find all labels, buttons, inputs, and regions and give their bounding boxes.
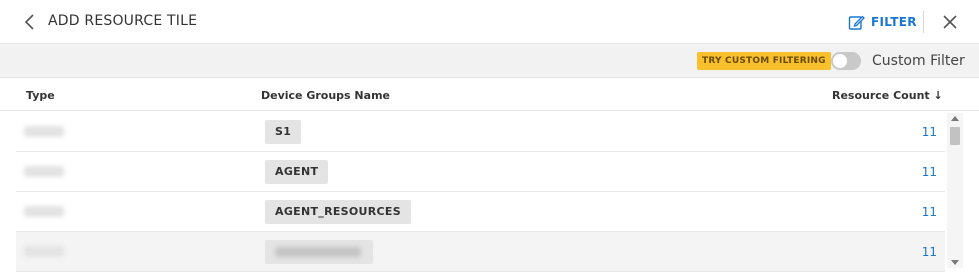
type-value-redacted xyxy=(24,206,64,217)
custom-filter-label: Custom Filter xyxy=(872,53,965,69)
close-icon xyxy=(943,15,957,29)
column-header-device-groups-name[interactable]: Device Groups Name xyxy=(261,89,390,102)
type-value-redacted xyxy=(24,246,64,257)
table-row[interactable]: AGENT 11 xyxy=(16,152,945,192)
type-value-redacted xyxy=(24,126,64,137)
resource-count-link[interactable]: 11 xyxy=(922,165,937,179)
scroll-up-arrow-icon[interactable] xyxy=(951,116,959,121)
table-scrollbar[interactable] xyxy=(947,113,963,268)
resource-count-link[interactable]: 11 xyxy=(922,125,937,139)
edit-icon xyxy=(848,15,865,30)
redacted-text xyxy=(275,247,361,257)
filter-button[interactable]: FILTER xyxy=(848,12,917,32)
column-header-type[interactable]: Type xyxy=(26,89,55,102)
table-row[interactable]: S1 11 xyxy=(16,112,945,152)
dialog-title: ADD RESOURCE TILE xyxy=(48,13,198,29)
back-button[interactable] xyxy=(22,12,38,32)
resource-count-link[interactable]: 11 xyxy=(922,205,937,219)
type-value-redacted xyxy=(24,166,64,177)
device-group-chip[interactable]: AGENT_RESOURCES xyxy=(265,200,411,224)
try-custom-filtering-badge[interactable]: TRY CUSTOM FILTERING xyxy=(697,52,831,70)
resource-count-link[interactable]: 11 xyxy=(922,245,937,259)
column-header-resource-count[interactable]: Resource Count ↓ xyxy=(832,89,943,102)
filter-label: FILTER xyxy=(871,15,917,29)
scrollbar-thumb[interactable] xyxy=(950,127,960,145)
table-row[interactable]: AGENT_RESOURCES 11 xyxy=(16,192,945,232)
table-row[interactable]: 11 xyxy=(16,232,945,272)
custom-filter-toggle[interactable] xyxy=(831,52,861,70)
chevron-left-icon xyxy=(24,14,34,30)
dialog-header: ADD RESOURCE TILE FILTER xyxy=(0,0,979,44)
device-group-chip-redacted[interactable] xyxy=(265,240,373,264)
device-group-chip[interactable]: S1 xyxy=(265,120,302,144)
toggle-knob xyxy=(833,54,847,68)
header-divider xyxy=(923,11,924,33)
close-button[interactable] xyxy=(941,13,959,31)
device-group-chip[interactable]: AGENT xyxy=(265,160,329,184)
scroll-down-arrow-icon[interactable] xyxy=(951,260,959,265)
